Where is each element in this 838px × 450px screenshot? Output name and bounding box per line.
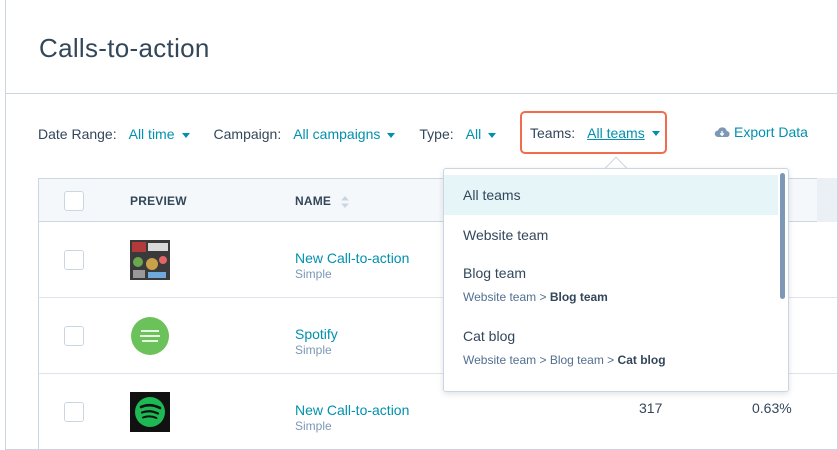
path-leaf: Blog team	[549, 290, 608, 304]
row-name-link[interactable]: Spotify	[295, 326, 338, 342]
select-all-checkbox[interactable]	[64, 191, 84, 211]
row-type: Simple	[295, 267, 332, 281]
date-range-filter[interactable]: Date Range: All time	[38, 126, 190, 142]
column-header-name[interactable]: NAME	[295, 194, 349, 208]
teams-option-blog[interactable]: Blog team Website team > Blog team	[444, 265, 778, 315]
campaign-label: Campaign:	[213, 126, 282, 142]
teams-option-label: All teams	[463, 187, 521, 203]
chevron-down-icon[interactable]	[488, 132, 497, 138]
row-type: Simple	[295, 419, 332, 433]
teams-option-path: Website team > Blog team > Cat blog	[463, 353, 778, 367]
row-checkbox[interactable]	[64, 250, 84, 270]
chevron-down-icon[interactable]	[387, 132, 396, 138]
green-circle-image	[130, 316, 170, 356]
row-name-link[interactable]: New Call-to-action	[295, 402, 409, 418]
campaign-filter[interactable]: Campaign: All campaigns	[214, 126, 396, 142]
page-title: Calls-to-action	[39, 33, 210, 63]
teams-dropdown: All teams Website team Blog team Website…	[443, 168, 789, 392]
cloud-download-icon	[714, 127, 730, 138]
path-leaf: Cat blog	[617, 353, 666, 367]
row-checkbox[interactable]	[64, 402, 84, 422]
spotify-logo	[130, 392, 170, 432]
teams-option-website[interactable]: Website team	[444, 215, 778, 255]
title-divider	[6, 93, 837, 94]
row-name-link[interactable]: New Call-to-action	[295, 250, 409, 266]
campaign-value[interactable]: All campaigns	[293, 126, 380, 142]
row-click-rate: 0.63%	[752, 400, 792, 416]
teams-option-label: Website team	[463, 227, 549, 243]
teams-value[interactable]: All teams	[587, 125, 645, 141]
sort-icon[interactable]	[340, 195, 349, 208]
row-type: Simple	[295, 343, 332, 357]
date-range-value[interactable]: All time	[129, 126, 175, 142]
teams-option-label: Cat blog	[463, 328, 516, 344]
column-header-name-label: NAME	[295, 194, 332, 208]
path-prefix: Website team > Blog team >	[463, 353, 618, 367]
dropdown-scrollbar[interactable]	[780, 173, 785, 299]
teams-label: Teams:	[530, 124, 576, 141]
type-value[interactable]: All	[466, 126, 482, 142]
row-checkbox[interactable]	[64, 326, 84, 346]
teams-option-path: Website team > Blog team	[463, 290, 778, 304]
type-label: Type:	[419, 126, 454, 142]
row-views: 317	[639, 400, 663, 416]
column-header-preview: PREVIEW	[130, 194, 187, 208]
filter-bar: Date Range: All time Campaign: All campa…	[38, 124, 520, 144]
chevron-down-icon[interactable]	[181, 132, 190, 138]
date-range-label: Date Range:	[38, 126, 117, 142]
teams-option-label: Blog team	[463, 265, 527, 281]
collage-image	[130, 240, 170, 280]
teams-option-cat-blog[interactable]: Cat blog Website team > Blog team > Cat …	[444, 328, 778, 378]
export-data-label: Export Data	[734, 124, 808, 140]
path-prefix: Website team >	[463, 290, 550, 304]
chevron-down-icon[interactable]	[651, 131, 660, 136]
export-data-button[interactable]: Export Data	[714, 124, 808, 140]
type-filter[interactable]: Type: All	[419, 126, 497, 142]
teams-option-all[interactable]: All teams	[444, 175, 778, 215]
table-header-edge	[817, 178, 837, 222]
teams-filter[interactable]: Teams: All teams	[520, 111, 667, 154]
